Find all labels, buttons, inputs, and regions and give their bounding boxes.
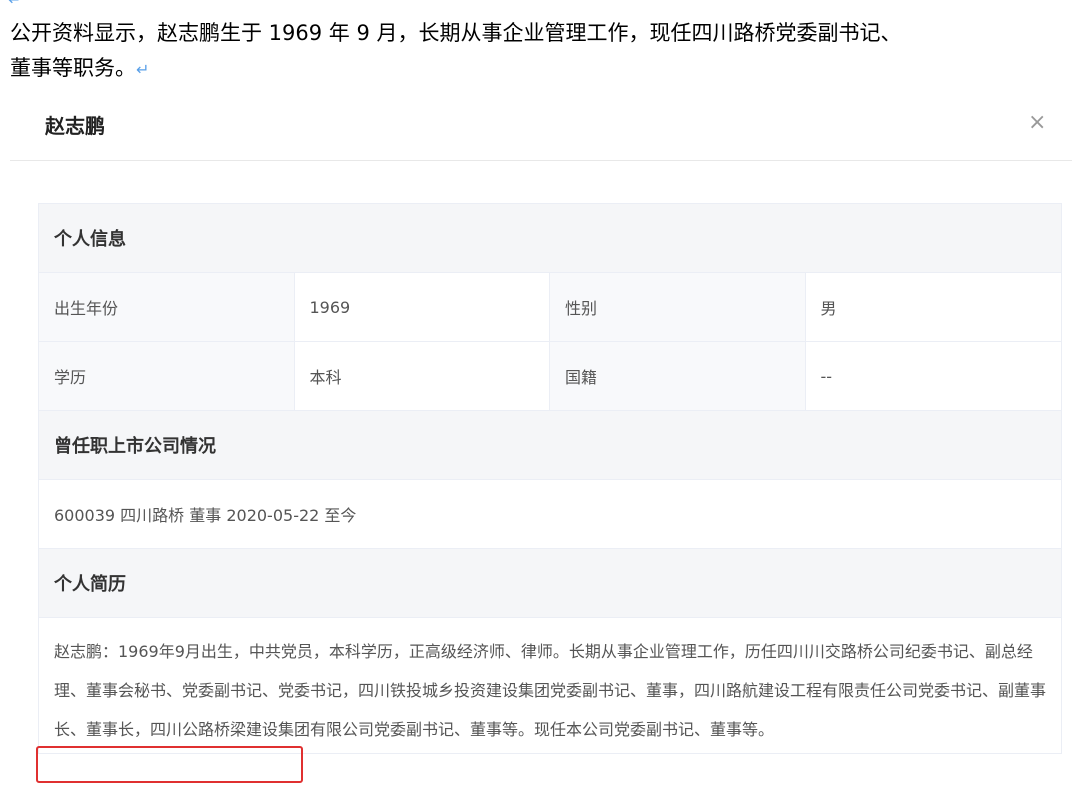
resume-text: 赵志鹏：1969年9月出生，中共党员，本科学历，正高级经济师、律师。长期从事企业… (54, 642, 1047, 739)
table-row: 出生年份 1969 性别 男 (39, 273, 1061, 342)
close-icon[interactable]: × (1028, 110, 1046, 135)
value-gender: 男 (820, 299, 837, 318)
section-resume: 个人简历 (39, 549, 1061, 618)
modal-title: 赵志鹏 (45, 114, 105, 138)
value-nationality: -- (820, 366, 833, 386)
label-gender: 性别 (550, 273, 806, 341)
highlight-box (36, 746, 303, 783)
value-birth-year: 1969 (295, 273, 550, 341)
section-listed-company-history: 曾任职上市公司情况 (39, 411, 1061, 480)
label-birth-year: 出生年份 (39, 273, 295, 341)
intro-paragraph: 公开资料显示，赵志鹏生于 1969 年 9 月，长期从事企业管理工作，现任四川路… (10, 16, 910, 87)
history-item: 600039 四川路桥 董事 2020-05-22 至今 (39, 480, 1061, 549)
label-nationality: 国籍 (550, 342, 806, 410)
value-education: 本科 (295, 342, 550, 410)
label-education: 学历 (39, 342, 295, 410)
header-divider (10, 160, 1072, 161)
return-mark-icon: ↵ (136, 60, 150, 79)
section-personal-info: 个人信息 (39, 204, 1061, 273)
table-row: 学历 本科 国籍 -- (39, 342, 1061, 411)
profile-card: 个人信息 出生年份 1969 性别 男 学历 本科 国籍 -- 曾任职上市公司情… (38, 203, 1062, 754)
return-mark-icon: ↵ (8, 0, 21, 9)
